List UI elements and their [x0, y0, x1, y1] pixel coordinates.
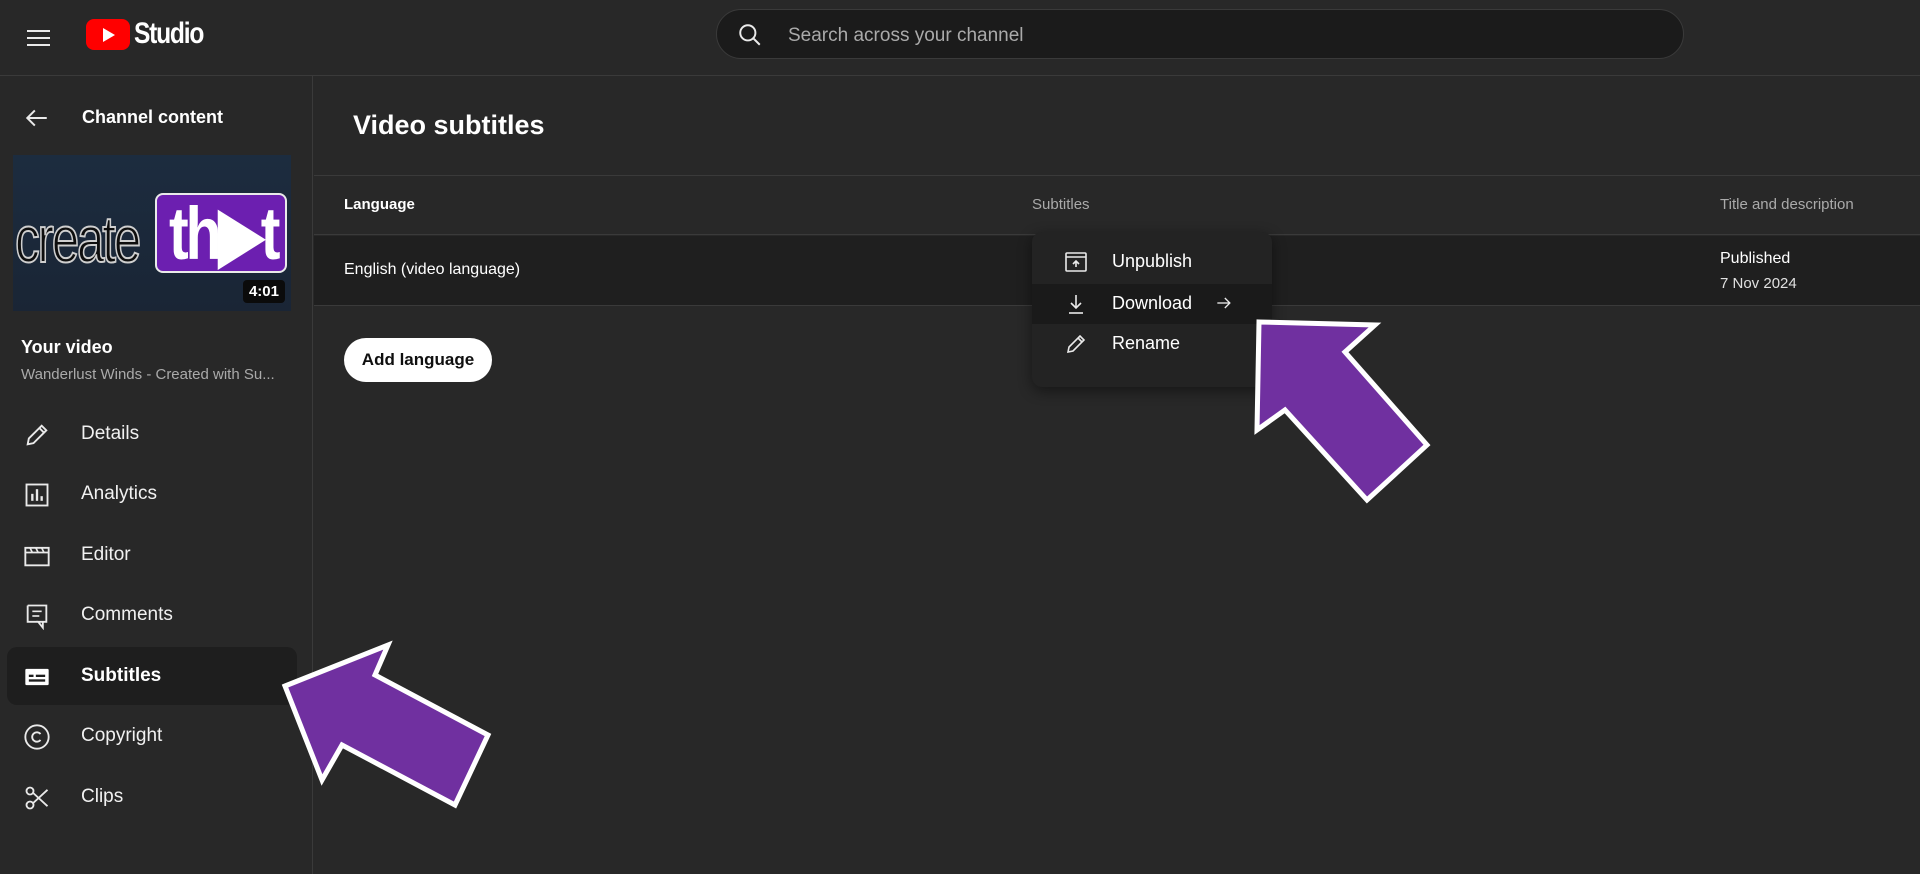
sidebar-item-label: Comments: [81, 604, 173, 625]
title-status: Published: [1720, 250, 1791, 267]
download-icon: [1069, 295, 1083, 314]
sidebar-item-subtitles[interactable]: Subtitles: [7, 647, 297, 705]
sidebar-item-label: Subtitles: [81, 665, 162, 686]
sidebar-item-clips[interactable]: Clips: [7, 768, 297, 826]
back-label: Channel content: [82, 107, 224, 127]
back-arrow-icon[interactable]: [24, 105, 50, 131]
search-icon[interactable]: [737, 22, 763, 48]
video-duration-badge: 4:01: [242, 280, 285, 303]
main-content: Video subtitles Language Subtitles Title…: [314, 76, 1920, 874]
published-date: 7 Nov 2024: [1720, 275, 1797, 292]
search-input[interactable]: Search across your channel: [788, 25, 1024, 47]
your-video-label: Your video: [21, 337, 113, 357]
hamburger-menu-icon[interactable]: [20, 20, 56, 56]
top-header: Studio Search across your channel: [0, 0, 1920, 76]
thumbnail-text-right: th▶t: [169, 192, 281, 275]
sidebar-item-comments[interactable]: Comments: [7, 586, 297, 644]
copyright-icon: [24, 724, 50, 750]
clapperboard-icon: [24, 546, 50, 567]
language-cell: English (video language): [344, 261, 521, 278]
menu-item-label: Download: [1112, 293, 1193, 313]
youtube-play-icon: [86, 18, 130, 50]
thumbnail-text-left: create: [14, 201, 142, 277]
sidebar-item-label: Analytics: [81, 483, 158, 504]
menu-item-label: Unpublish: [1112, 251, 1193, 271]
pencil-icon: [26, 424, 48, 446]
menu-item-rename[interactable]: Rename: [1032, 324, 1272, 364]
table-header: Language Subtitles Title and description: [314, 175, 1920, 235]
analytics-icon: [25, 483, 49, 507]
unpublish-icon: [1065, 252, 1087, 272]
back-to-channel-content[interactable]: Channel content: [0, 90, 313, 146]
menu-item-label: Rename: [1112, 333, 1181, 353]
column-header-title-description: Title and description: [1720, 196, 1854, 213]
logo-text: Studio: [134, 17, 204, 50]
sidebar-item-label: Copyright: [81, 725, 163, 746]
add-language-button[interactable]: Add language: [344, 338, 492, 382]
sidebar-item-details[interactable]: Details: [7, 405, 297, 463]
column-header-language: Language: [344, 196, 415, 213]
scissors-icon: [25, 786, 49, 810]
column-header-subtitles: Subtitles: [1032, 196, 1090, 213]
studio-logo[interactable]: Studio: [86, 16, 218, 52]
video-title: Wanderlust Winds - Created with Su...: [21, 366, 275, 383]
page-title: Video subtitles: [353, 110, 545, 140]
subtitles-icon: [25, 668, 49, 686]
comment-icon: [26, 604, 48, 630]
pencil-icon: [1066, 334, 1086, 354]
thumbnail-logo-box: th▶t: [155, 192, 287, 275]
sidebar-item-editor[interactable]: Editor: [7, 526, 297, 584]
sidebar: Channel content create th▶t 4:01 Your vi…: [0, 76, 313, 874]
sidebar-item-copyright[interactable]: Copyright: [7, 707, 297, 765]
menu-item-unpublish[interactable]: Unpublish: [1032, 242, 1272, 282]
subtitles-options-menu: Unpublish Download Rename: [1032, 232, 1272, 387]
menu-item-download[interactable]: Download: [1032, 284, 1272, 324]
sidebar-item-analytics[interactable]: Analytics: [7, 465, 297, 523]
search-bar[interactable]: Search across your channel: [716, 9, 1684, 59]
chevron-right-arrow-icon: [1217, 297, 1231, 309]
video-thumbnail[interactable]: create th▶t 4:01: [13, 155, 291, 311]
sidebar-item-label: Clips: [81, 786, 124, 807]
sidebar-item-label: Editor: [81, 544, 131, 565]
sidebar-item-label: Details: [81, 423, 140, 444]
